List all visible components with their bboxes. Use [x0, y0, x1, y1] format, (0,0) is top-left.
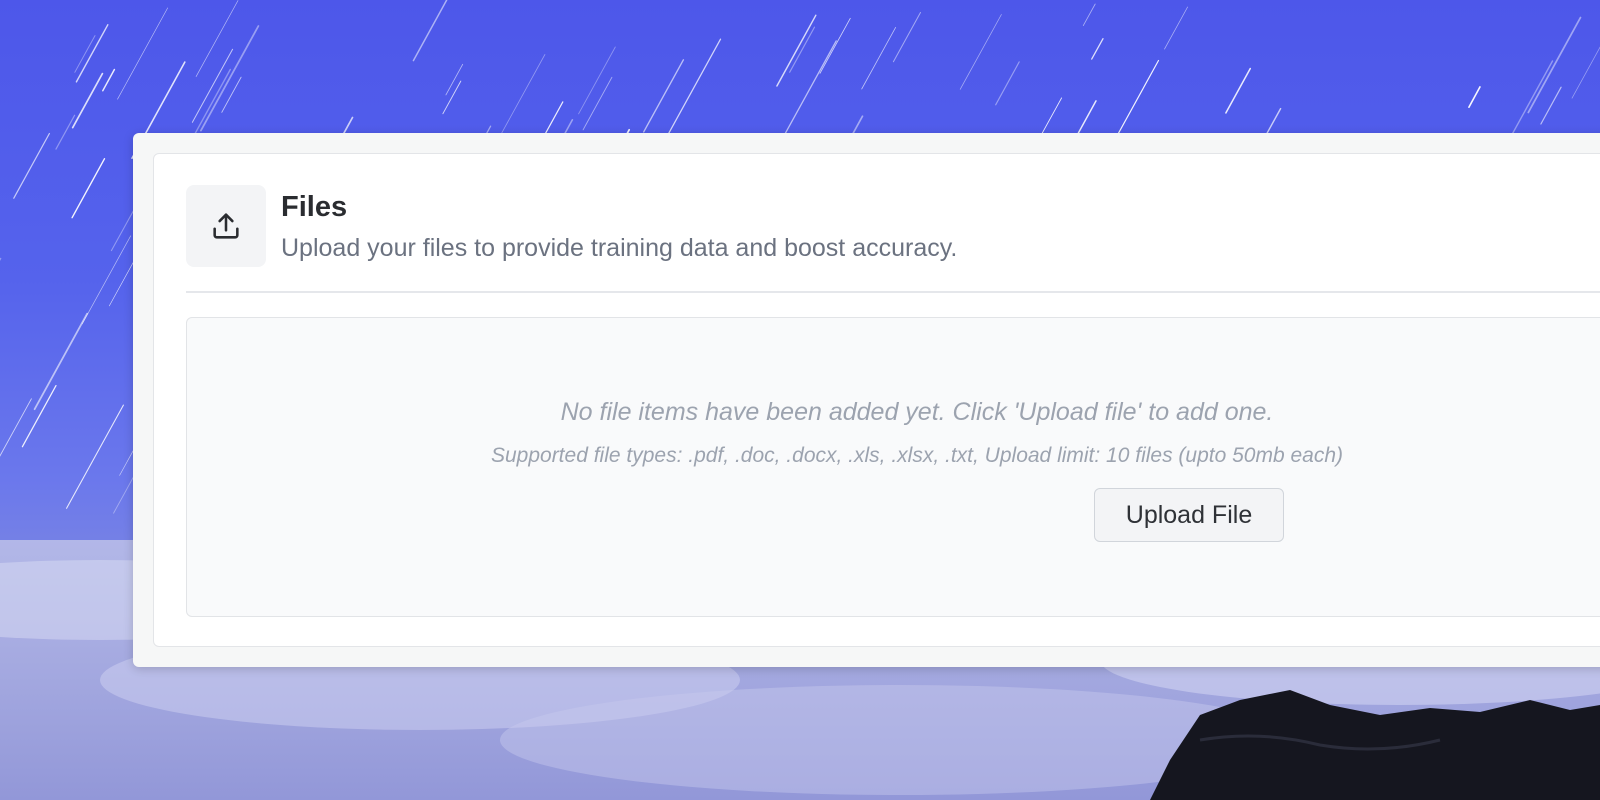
star-trail: [1540, 86, 1562, 125]
star-trail: [861, 27, 896, 90]
star-trail: [0, 257, 2, 261]
star-trail: [643, 59, 685, 133]
star-trail: [959, 14, 1002, 90]
star-trail: [499, 54, 546, 137]
header-divider: [186, 291, 1600, 293]
star-trail: [200, 25, 260, 132]
star-trail: [66, 404, 124, 509]
star-trail: [442, 80, 462, 115]
star-trail: [117, 7, 169, 100]
star-trail: [55, 114, 76, 150]
star-trail: [776, 14, 817, 87]
star-trail: [21, 384, 57, 448]
star-trail: [1082, 3, 1096, 27]
star-trail: [892, 11, 922, 63]
star-trail: [1091, 38, 1104, 60]
star-trail: [781, 40, 837, 141]
star-trail: [1164, 6, 1188, 50]
upload-icon: [213, 213, 239, 239]
upload-file-button[interactable]: Upload File: [1094, 488, 1284, 542]
supported-file-types: Supported file types: .pdf, .doc, .docx,…: [490, 444, 1344, 467]
file-dropzone[interactable]: No file items have been added yet. Click…: [186, 317, 1600, 617]
desktop-wallpaper: Files Upload your files to provide train…: [0, 0, 1600, 800]
star-trail: [1571, 46, 1600, 99]
star-trail: [110, 210, 135, 252]
star-trail: [819, 17, 851, 74]
star-trail: [789, 26, 816, 73]
star-trail: [1225, 67, 1252, 114]
star-trail: [660, 38, 722, 148]
page-subtitle: Upload your files to provide training da…: [281, 234, 958, 262]
files-window: Files Upload your files to provide train…: [133, 133, 1600, 667]
star-trail: [412, 0, 448, 62]
star-trail: [71, 157, 106, 219]
star-trail: [445, 63, 464, 96]
empty-state-message: No file items have been added yet. Click…: [560, 398, 1274, 426]
star-trail: [1468, 86, 1481, 109]
upload-icon-container: [186, 185, 266, 267]
star-trail: [995, 61, 1020, 106]
star-trail: [33, 312, 89, 411]
star-trail: [221, 76, 242, 113]
star-trail: [582, 76, 613, 131]
star-trail: [195, 0, 239, 77]
star-trail: [13, 132, 51, 199]
star-trail: [102, 68, 116, 92]
files-header: Files Upload your files to provide train…: [186, 185, 1600, 271]
star-trail: [0, 398, 32, 457]
star-trail: [191, 48, 234, 123]
files-card: Files Upload your files to provide train…: [153, 153, 1600, 647]
page-title: Files: [281, 191, 348, 223]
